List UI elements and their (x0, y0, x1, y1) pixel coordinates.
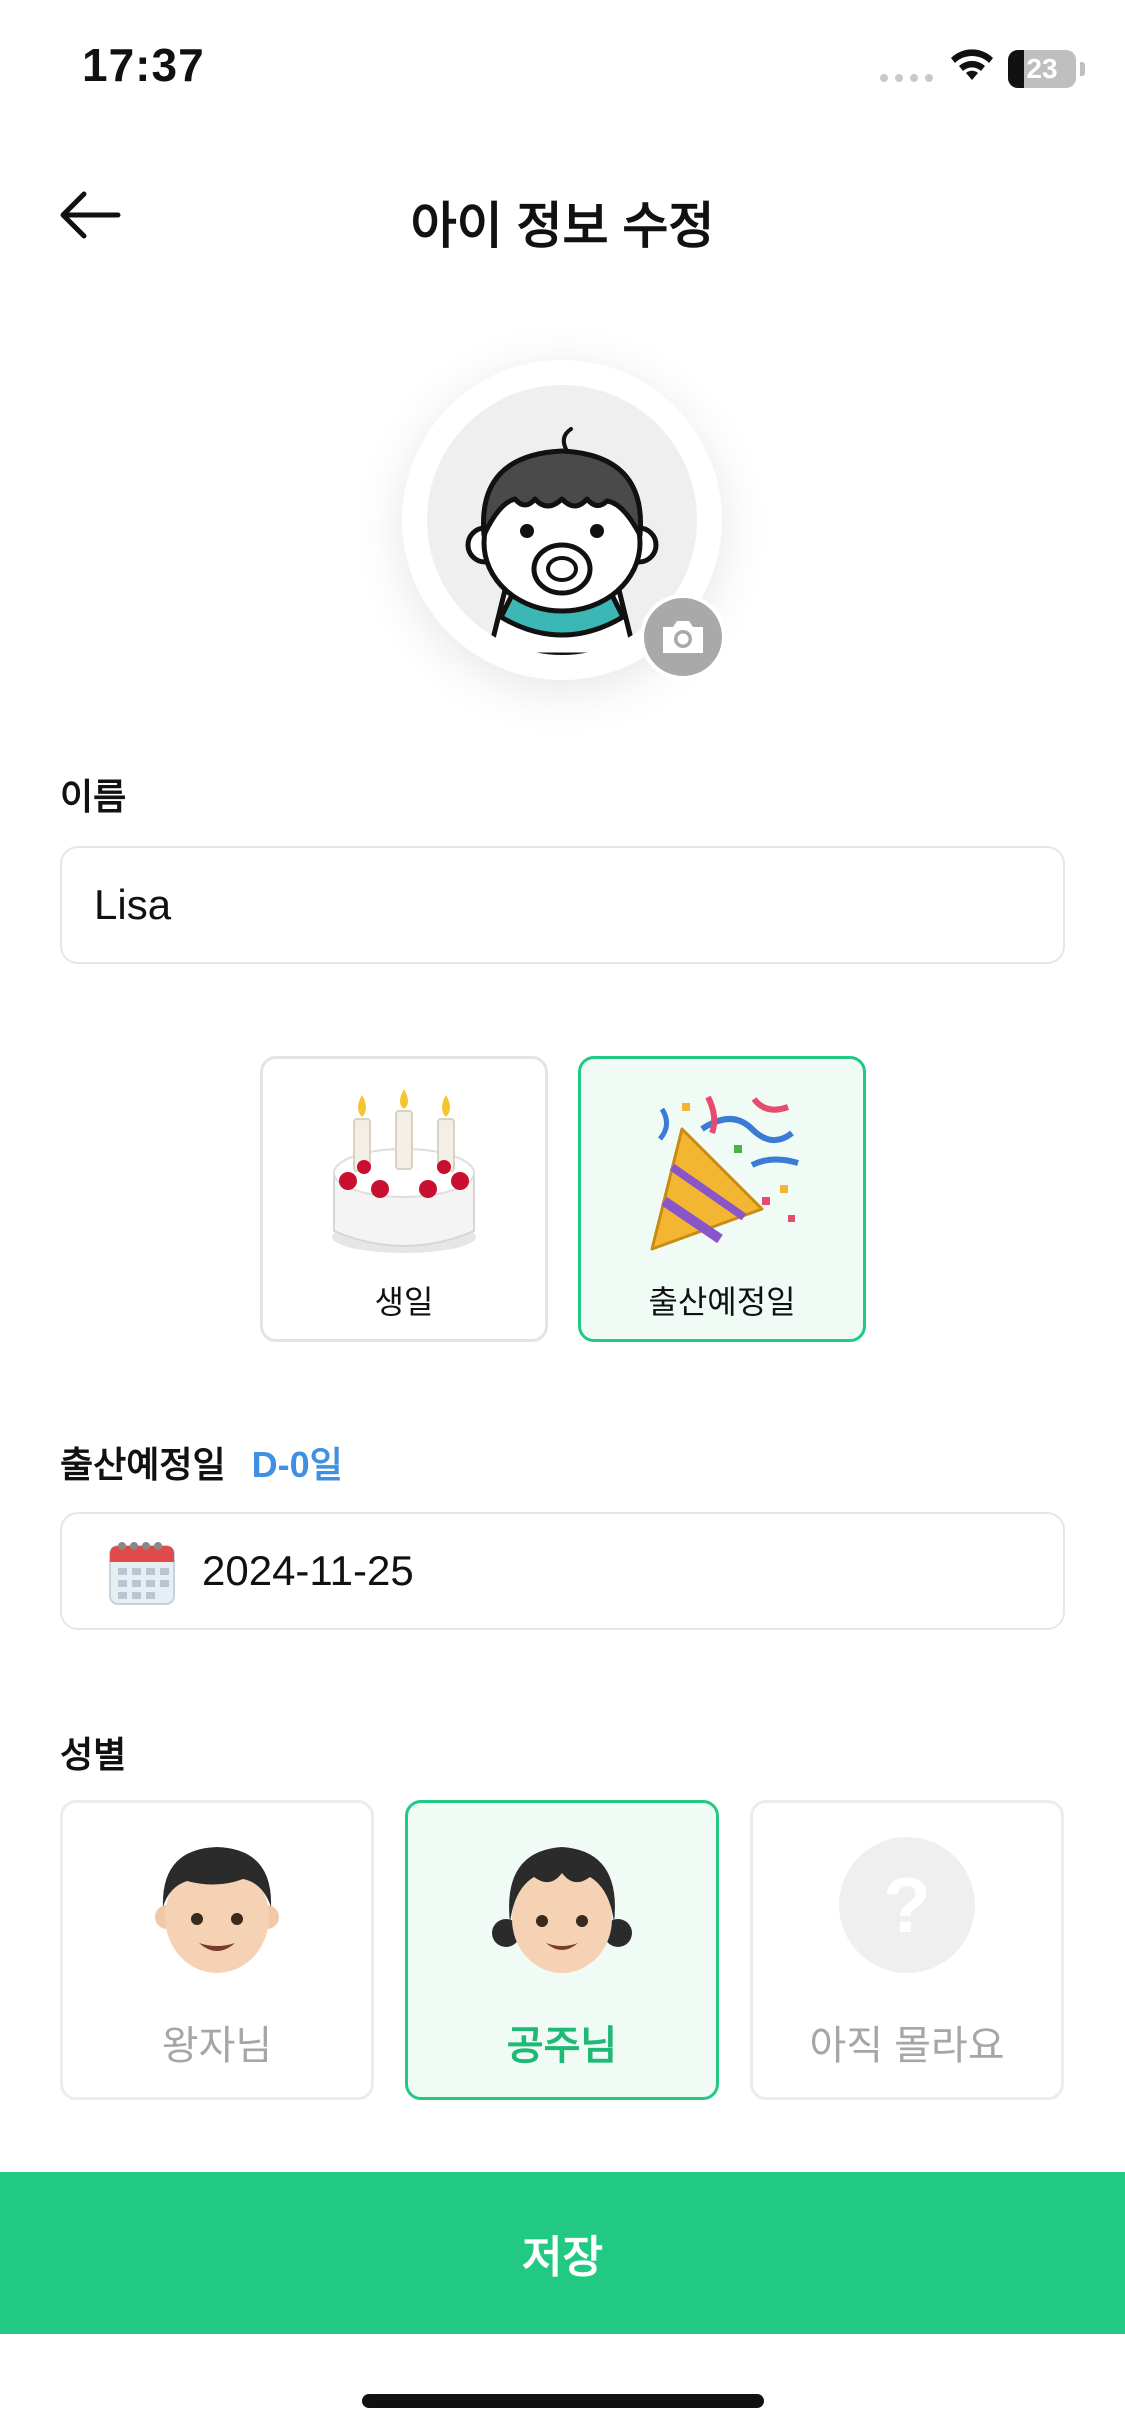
birthday-cake-icon (263, 1089, 545, 1259)
name-label: 이름 (60, 776, 127, 817)
d-day-badge: D-0일 (251, 1444, 343, 1485)
question-icon: ? (839, 1837, 975, 1973)
gender-option-boy[interactable]: 왕자님 (60, 1800, 374, 2100)
boy-label: 왕자님 (161, 2024, 273, 2068)
boy-icon (63, 1837, 371, 1977)
save-button[interactable]: 저장 (0, 2172, 1125, 2334)
battery-level: 23 (1026, 53, 1058, 84)
calendar-icon (109, 1542, 175, 1605)
wifi-icon (951, 49, 993, 80)
home-indicator (362, 2394, 764, 2408)
due-date-label: 출산예정일 (648, 1284, 796, 1320)
due-date-value: 2024-11-25 (202, 1547, 414, 1594)
due-date-section-label: 출산예정일 (60, 1444, 226, 1485)
unknown-face: ? (753, 1837, 1061, 1973)
camera-button[interactable] (640, 594, 726, 680)
camera-icon (663, 621, 703, 653)
birthday-label: 생일 (374, 1284, 434, 1320)
due-date-field[interactable]: 2024-11-25 (60, 1512, 1065, 1630)
name-field[interactable] (60, 846, 1065, 964)
girl-icon (408, 1837, 716, 1977)
due-date-header: 출산예정일 D-0일 (60, 1436, 343, 1488)
gender-option-unknown[interactable]: ? 아직 몰라요 (750, 1800, 1064, 2100)
page-title: 아이 정보 수정 (410, 198, 715, 254)
gender-option-girl[interactable]: 공주님 (405, 1800, 719, 2100)
due-date-option[interactable]: 출산예정일 (578, 1056, 866, 1342)
status-time: 17:37 (82, 39, 205, 91)
profile-avatar[interactable] (402, 360, 726, 680)
name-input[interactable] (94, 848, 994, 962)
battery-icon: 23 (1008, 50, 1076, 88)
unknown-label: 아직 몰라요 (809, 2024, 1005, 2068)
party-popper-icon (581, 1089, 863, 1259)
status-bar: 17:37 23 (0, 0, 1125, 130)
birthday-option[interactable]: 생일 (260, 1056, 548, 1342)
gender-label: 성별 (60, 1734, 127, 1775)
header: 아이 정보 수정 (0, 160, 1125, 270)
cellular-signal-icon (880, 74, 933, 82)
battery-cap (1080, 62, 1085, 76)
girl-label: 공주님 (506, 2024, 618, 2068)
